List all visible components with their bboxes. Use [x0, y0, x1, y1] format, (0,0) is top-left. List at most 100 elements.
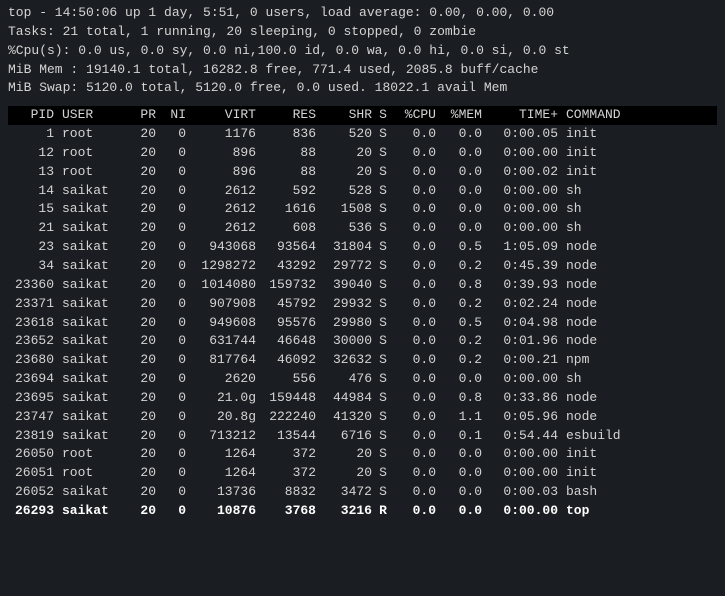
cell-user: saikat: [56, 295, 118, 314]
cell-ni: 0: [158, 332, 188, 351]
process-row: 34saikat20012982724329229772S0.00.20:45.…: [8, 257, 717, 276]
cell-pr: 20: [118, 370, 158, 389]
cell-res: 159448: [258, 389, 318, 408]
header-ni[interactable]: NI: [158, 106, 188, 125]
process-row: 23819saikat200713212135446716S0.00.10:54…: [8, 427, 717, 446]
header-virt[interactable]: VIRT: [188, 106, 258, 125]
header-command[interactable]: COMMAND: [560, 106, 650, 125]
cell-command: init: [560, 144, 650, 163]
header-res[interactable]: RES: [258, 106, 318, 125]
cell-virt: 896: [188, 163, 258, 182]
cell-shr: 20: [318, 144, 374, 163]
cell-s: S: [374, 427, 392, 446]
header-s[interactable]: S: [374, 106, 392, 125]
cell-virt: 10876: [188, 502, 258, 521]
cell-s: S: [374, 200, 392, 219]
cell-time: 0:00.00: [484, 144, 560, 163]
cell-command: init: [560, 163, 650, 182]
cell-virt: 631744: [188, 332, 258, 351]
cell-command: node: [560, 238, 650, 257]
cell-pr: 20: [118, 257, 158, 276]
process-row: 13root2008968820S0.00.00:00.02init: [8, 163, 717, 182]
cell-ni: 0: [158, 351, 188, 370]
cell-shr: 41320: [318, 408, 374, 427]
cell-mem: 0.0: [438, 464, 484, 483]
cell-virt: 817764: [188, 351, 258, 370]
cell-cpu: 0.0: [392, 389, 438, 408]
cell-user: saikat: [56, 257, 118, 276]
cell-command: node: [560, 257, 650, 276]
cell-virt: 2612: [188, 200, 258, 219]
cell-shr: 29980: [318, 314, 374, 333]
cell-pid: 23360: [8, 276, 56, 295]
cell-cpu: 0.0: [392, 295, 438, 314]
cell-s: S: [374, 276, 392, 295]
cell-shr: 3472: [318, 483, 374, 502]
header-time[interactable]: TIME+: [484, 106, 560, 125]
cell-pid: 23747: [8, 408, 56, 427]
cell-virt: 2620: [188, 370, 258, 389]
cell-ni: 0: [158, 182, 188, 201]
cell-pid: 23618: [8, 314, 56, 333]
cell-pr: 20: [118, 332, 158, 351]
header-pr[interactable]: PR: [118, 106, 158, 125]
cell-virt: 2612: [188, 219, 258, 238]
cell-command: top: [560, 502, 650, 521]
cell-shr: 44984: [318, 389, 374, 408]
cell-shr: 20: [318, 445, 374, 464]
cell-cpu: 0.0: [392, 219, 438, 238]
cell-pid: 34: [8, 257, 56, 276]
cell-shr: 32632: [318, 351, 374, 370]
process-row: 23747saikat20020.8g22224041320S0.01.10:0…: [8, 408, 717, 427]
cell-ni: 0: [158, 219, 188, 238]
cell-command: sh: [560, 200, 650, 219]
cell-time: 0:02.24: [484, 295, 560, 314]
cell-ni: 0: [158, 200, 188, 219]
cell-res: 556: [258, 370, 318, 389]
cell-command: npm: [560, 351, 650, 370]
cell-cpu: 0.0: [392, 502, 438, 521]
cell-virt: 1298272: [188, 257, 258, 276]
cell-pr: 20: [118, 295, 158, 314]
header-user[interactable]: USER: [56, 106, 118, 125]
cell-ni: 0: [158, 445, 188, 464]
cell-mem: 0.0: [438, 200, 484, 219]
cell-shr: 20: [318, 464, 374, 483]
cell-shr: 520: [318, 125, 374, 144]
header-shr[interactable]: SHR: [318, 106, 374, 125]
process-row: 23saikat2009430689356431804S0.00.51:05.0…: [8, 238, 717, 257]
cell-cpu: 0.0: [392, 332, 438, 351]
cell-user: saikat: [56, 219, 118, 238]
cell-ni: 0: [158, 257, 188, 276]
cell-ni: 0: [158, 125, 188, 144]
cell-mem: 1.1: [438, 408, 484, 427]
cell-command: bash: [560, 483, 650, 502]
header-mem[interactable]: %MEM: [438, 106, 484, 125]
cell-cpu: 0.0: [392, 144, 438, 163]
cell-time: 0:54.44: [484, 427, 560, 446]
cell-cpu: 0.0: [392, 125, 438, 144]
cell-time: 0:00.05: [484, 125, 560, 144]
process-table-header[interactable]: PID USER PR NI VIRT RES SHR S %CPU %MEM …: [8, 106, 717, 125]
cell-pid: 23819: [8, 427, 56, 446]
header-cpu[interactable]: %CPU: [392, 106, 438, 125]
header-pid[interactable]: PID: [8, 106, 56, 125]
summary-cpu: %Cpu(s): 0.0 us, 0.0 sy, 0.0 ni,100.0 id…: [8, 42, 717, 61]
cell-res: 13544: [258, 427, 318, 446]
cell-cpu: 0.0: [392, 408, 438, 427]
cell-mem: 0.0: [438, 219, 484, 238]
cell-user: saikat: [56, 408, 118, 427]
cell-shr: 476: [318, 370, 374, 389]
cell-s: S: [374, 163, 392, 182]
process-row: 23680saikat2008177644609232632S0.00.20:0…: [8, 351, 717, 370]
cell-ni: 0: [158, 238, 188, 257]
cell-virt: 1264: [188, 464, 258, 483]
cell-pr: 20: [118, 351, 158, 370]
cell-cpu: 0.0: [392, 370, 438, 389]
process-row: 26293saikat2001087637683216R0.00.00:00.0…: [8, 502, 717, 521]
cell-pid: 14: [8, 182, 56, 201]
cell-res: 46092: [258, 351, 318, 370]
cell-cpu: 0.0: [392, 427, 438, 446]
cell-pid: 26051: [8, 464, 56, 483]
cell-res: 43292: [258, 257, 318, 276]
